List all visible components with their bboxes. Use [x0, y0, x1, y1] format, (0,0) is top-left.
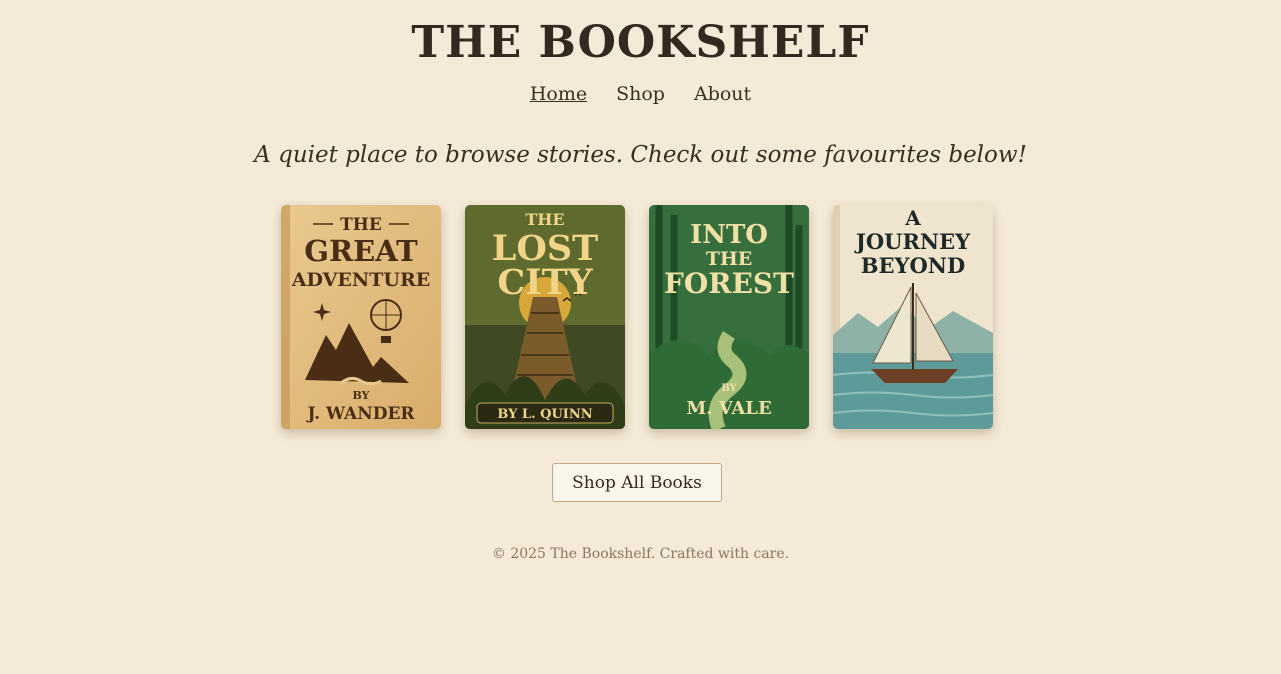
book-1-title-line-3: ADVENTURE — [291, 269, 430, 291]
featured-books: THE GREAT ADVENTURE BY J. WANDER THE LOS… — [281, 205, 993, 429]
footer-copyright: © 2025 The Bookshelf. Crafted with care. — [491, 546, 790, 562]
book-2-title-line-3: CITY — [497, 262, 593, 303]
book-2-title-line-1: THE — [525, 210, 564, 229]
nav-about-link[interactable]: About — [694, 83, 751, 105]
book-1-author: J. WANDER — [305, 404, 415, 424]
book-4-title-line-2: JOURNEY — [854, 229, 971, 254]
book-4-title-line-1: A — [904, 206, 921, 230]
nav-home-link[interactable]: Home — [530, 83, 587, 105]
nav-shop-link[interactable]: Shop — [616, 83, 665, 105]
book-cover-into-the-forest[interactable]: INTO THE FOREST BY M. VALE — [649, 205, 809, 429]
book-2-author: BY L. QUINN — [497, 407, 592, 422]
book-1-by: BY — [353, 389, 370, 402]
book-cover-lost-city[interactable]: THE LOST CITY BY L. QUINN — [465, 205, 625, 429]
book-cover-journey-beyond[interactable]: A JOURNEY BEYOND — [833, 205, 993, 429]
book-3-title-line-3: FOREST — [664, 267, 794, 300]
book-4-title-line-3: BEYOND — [861, 253, 965, 278]
book-3-author: M. VALE — [686, 398, 771, 419]
shop-all-books-button[interactable]: Shop All Books — [552, 463, 722, 502]
book-1-title-line-2: GREAT — [304, 234, 418, 268]
book-3-by: BY — [721, 383, 737, 394]
book-3-title-line-1: INTO — [690, 220, 768, 250]
tagline: A quiet place to browse stories. Check o… — [254, 142, 1027, 168]
book-cover-great-adventure[interactable]: THE GREAT ADVENTURE BY J. WANDER — [281, 205, 441, 429]
main-nav: Home Shop About — [0, 83, 1281, 105]
book-1-title-line-1: THE — [340, 215, 382, 235]
site-title: THE BOOKSHELF — [411, 17, 870, 68]
